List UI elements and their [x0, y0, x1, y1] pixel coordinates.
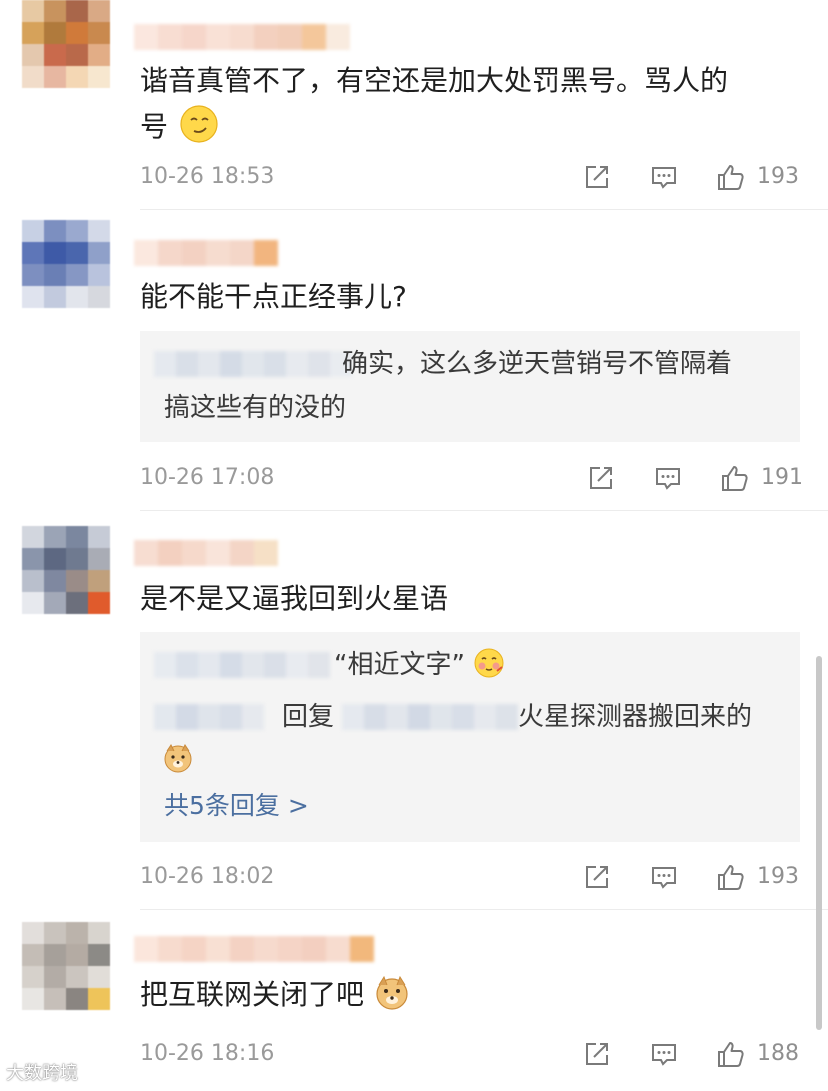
smirk-emoji-icon [179, 104, 219, 144]
username-blurred[interactable] [134, 240, 278, 266]
reply-username-blurred[interactable] [154, 652, 330, 678]
share-icon[interactable] [582, 162, 612, 192]
reply-text: 确实，这么多逆天营销号不管隔着 [342, 349, 733, 379]
comment-time: 10-26 18:16 [140, 1041, 275, 1066]
share-icon[interactable] [586, 463, 616, 493]
reply-text-line2: 搞这些有的没的 [164, 393, 347, 423]
comment-time: 10-26 18:02 [140, 864, 275, 889]
avatar[interactable] [22, 220, 110, 308]
thumbs-up-icon[interactable] [715, 162, 745, 192]
more-replies-link[interactable]: 共5条回复 > [164, 786, 309, 826]
reply-text: “相近文字” [334, 642, 505, 688]
reply-username-blurred[interactable] [154, 704, 264, 730]
like-count: 188 [757, 1041, 799, 1066]
divider [140, 510, 828, 511]
watermark: 大数跨境 [6, 1063, 78, 1084]
comment-meta: 10-26 17:08 191 [140, 458, 828, 498]
username-blurred[interactable] [134, 540, 278, 566]
comment-text: 把互联网关闭了吧 [140, 970, 411, 1020]
reply-to-label: 回复 [282, 702, 335, 732]
like-count: 191 [761, 465, 803, 490]
comment-meta: 10-26 18:53 193 [140, 157, 828, 197]
thumbs-up-icon[interactable] [719, 463, 749, 493]
comment-icon[interactable] [653, 463, 683, 493]
comment-meta: 10-26 18:16 188 [140, 1034, 828, 1074]
scrollbar[interactable] [816, 656, 822, 1030]
comment-icon[interactable] [649, 1039, 679, 1069]
reply-box[interactable]: “相近文字” 回复 火星探测器搬回来的 共5条回复 > [140, 632, 800, 842]
username-blurred[interactable] [134, 936, 374, 962]
divider [140, 909, 828, 910]
thumbs-up-icon[interactable] [715, 862, 745, 892]
reply-text: 火星探测器搬回来的 [518, 702, 753, 732]
doge-emoji-icon [164, 744, 192, 773]
reply-target-blurred[interactable] [342, 704, 518, 730]
thumbs-up-icon[interactable] [715, 1039, 745, 1069]
avatar[interactable] [22, 922, 110, 1010]
reply-username-blurred[interactable] [154, 351, 352, 377]
comment-text: 是不是又逼我回到火星语 [140, 582, 449, 615]
username-blurred[interactable] [134, 24, 350, 50]
comment-meta: 10-26 18:02 193 [140, 857, 828, 897]
avatar[interactable] [22, 526, 110, 614]
blush-emoji-icon [474, 648, 504, 678]
share-icon[interactable] [582, 1039, 612, 1069]
reply-box[interactable]: 确实，这么多逆天营销号不管隔着 搞这些有的没的 [140, 331, 800, 442]
comment-time: 10-26 18:53 [140, 164, 275, 189]
comment-text: 能不能干点正经事儿? [140, 280, 407, 313]
doge-emoji-icon [376, 975, 408, 1010]
comment-text-line2: 号 [140, 102, 219, 152]
like-count: 193 [757, 864, 799, 889]
share-icon[interactable] [582, 862, 612, 892]
comment-icon[interactable] [649, 162, 679, 192]
like-count: 193 [757, 164, 799, 189]
divider [140, 209, 828, 210]
avatar[interactable] [22, 0, 110, 88]
comment-time: 10-26 17:08 [140, 465, 275, 490]
comment-text: 谐音真管不了，有空还是加大处罚黑号。骂人的 [140, 64, 729, 97]
comment-icon[interactable] [649, 862, 679, 892]
